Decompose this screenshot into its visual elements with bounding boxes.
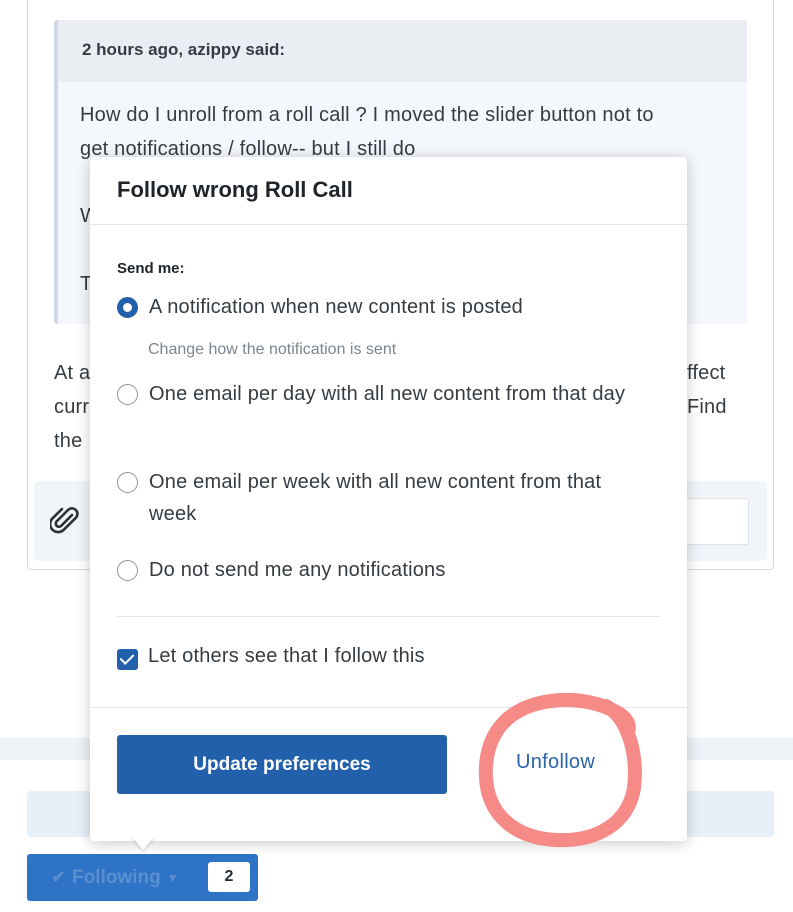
following-label: Following — [72, 866, 161, 888]
visibility-label: Let others see that I follow this — [148, 645, 425, 667]
divider — [117, 616, 660, 617]
quote-line: How do I unroll from a roll call ? I mov… — [80, 104, 654, 126]
visibility-option[interactable]: Let others see that I follow this — [117, 640, 425, 672]
change-notification-link[interactable]: Change how the notification is sent — [148, 341, 396, 359]
option-label: One email per week with all new content … — [149, 471, 602, 525]
option-notification[interactable]: A notification when new content is poste… — [117, 296, 649, 323]
update-preferences-button[interactable]: Update preferences — [117, 735, 447, 794]
option-label: One email per day with all new content f… — [149, 383, 626, 405]
divider — [90, 224, 687, 225]
post-text-fragment: the — [54, 430, 83, 452]
follower-count-badge: 2 — [208, 862, 250, 892]
option-label: A notification when new content is poste… — [149, 296, 523, 318]
unfollow-link[interactable]: Unfollow — [516, 751, 595, 774]
caret-down-icon: ▼ — [166, 870, 179, 885]
post-text-fragment: curr — [54, 396, 90, 418]
dialog-pointer — [131, 836, 155, 850]
post-text-fragment: Find — [687, 396, 727, 418]
paperclip-icon[interactable] — [50, 503, 80, 537]
send-me-label: Send me: — [117, 260, 185, 277]
visibility-checkbox[interactable] — [117, 649, 138, 670]
radio-button[interactable] — [117, 560, 138, 581]
dialog-title: Follow wrong Roll Call — [117, 177, 353, 202]
post-text-fragment: At a — [54, 362, 91, 384]
radio-button[interactable] — [117, 472, 138, 493]
radio-button[interactable] — [117, 297, 138, 318]
option-label: Do not send me any notifications — [149, 559, 446, 581]
option-no-notifications[interactable]: Do not send me any notifications — [117, 559, 649, 586]
quote-body: How do I unroll from a roll call ? I mov… — [58, 82, 747, 166]
option-daily-email[interactable]: One email per day with all new content f… — [117, 383, 649, 410]
quote-header: 2 hours ago, azippy said: — [58, 20, 747, 82]
option-weekly-email[interactable]: One email per week with all new content … — [117, 471, 649, 530]
post-text-fragment: ffect — [687, 362, 726, 384]
follow-preferences-dialog: Follow wrong Roll Call Send me: A notifi… — [90, 157, 687, 841]
check-icon: ✔ — [51, 867, 67, 887]
divider — [90, 707, 687, 708]
radio-button[interactable] — [117, 384, 138, 405]
